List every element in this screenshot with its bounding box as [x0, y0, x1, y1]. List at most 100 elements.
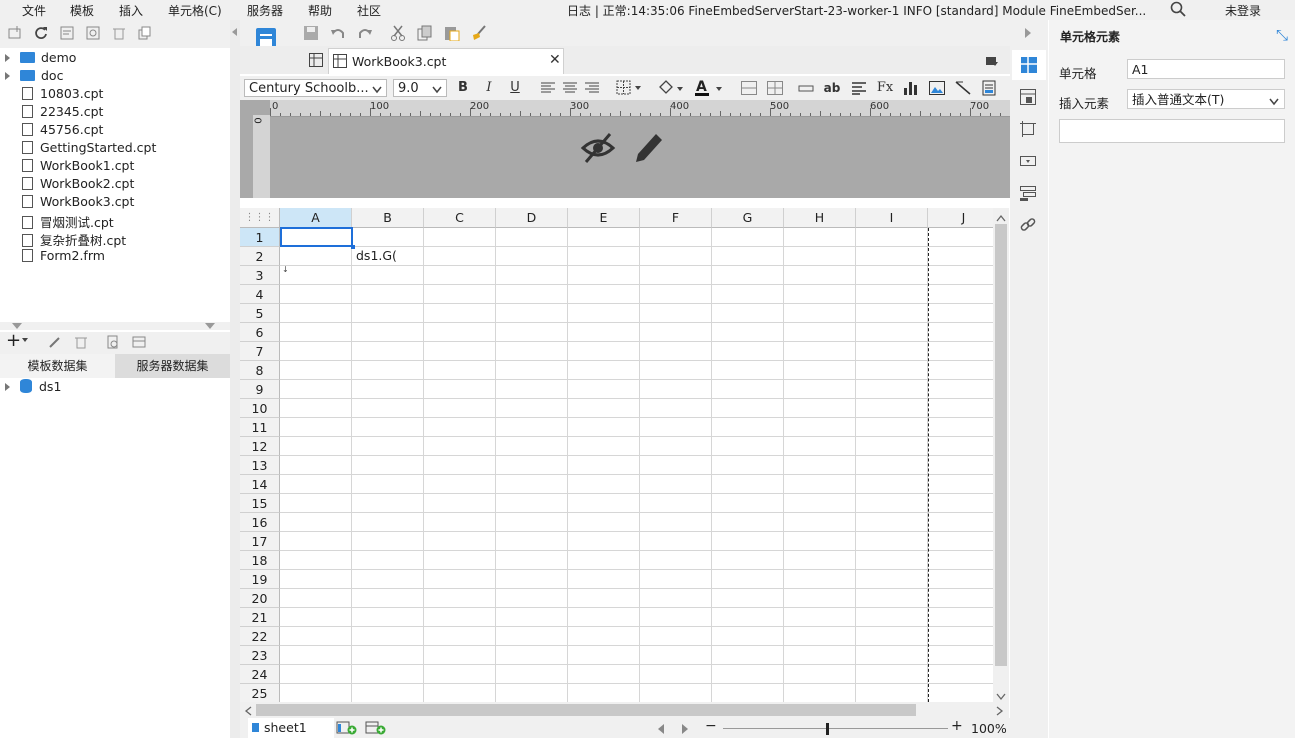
scroll-up-icon[interactable]	[996, 211, 1006, 225]
condition-icon[interactable]	[1020, 185, 1036, 201]
font-family-select[interactable]: Century Schoolb...	[244, 79, 387, 97]
edit-icon[interactable]	[48, 335, 62, 352]
horizontal-scrollbar[interactable]	[240, 702, 1009, 718]
image-icon[interactable]	[929, 80, 945, 99]
column-header[interactable]: C	[424, 208, 496, 228]
tab-server-dataset[interactable]: 服务器数据集	[115, 354, 230, 378]
tree-file[interactable]: WorkBook1.cpt	[22, 158, 134, 176]
column-header[interactable]: G	[712, 208, 784, 228]
font-color-icon[interactable]: A	[694, 78, 724, 101]
column-header[interactable]: E	[568, 208, 640, 228]
rich-text-icon[interactable]	[851, 81, 867, 98]
menu-community[interactable]: 社区	[357, 2, 381, 19]
row-header[interactable]: 17	[240, 532, 280, 551]
link-icon[interactable]	[1020, 217, 1036, 233]
cell-attribute-icon[interactable]	[1020, 89, 1036, 105]
delete-icon[interactable]	[112, 26, 126, 43]
row-header[interactable]: 21	[240, 608, 280, 627]
insert-text-icon[interactable]	[798, 82, 814, 97]
chevron-down-icon[interactable]	[372, 83, 382, 97]
login-link[interactable]: 未登录	[1225, 2, 1261, 19]
new-folder-icon[interactable]	[8, 26, 22, 43]
tree-file[interactable]: Form2.frm	[22, 248, 105, 266]
save-icon[interactable]	[303, 25, 319, 41]
widget-icon[interactable]	[1020, 153, 1036, 169]
bold-icon[interactable]: B	[455, 78, 471, 98]
prev-sheet-icon[interactable]	[658, 723, 664, 737]
insert-element-select[interactable]: 插入普通文本(T)	[1127, 89, 1285, 109]
left-splitter[interactable]	[230, 20, 240, 738]
tree-file[interactable]: WorkBook3.cpt	[22, 194, 134, 212]
border-icon[interactable]	[616, 80, 642, 99]
zoom-slider-handle[interactable]	[826, 723, 829, 735]
align-right-icon[interactable]	[584, 82, 600, 97]
dropdown-icon[interactable]	[22, 338, 28, 342]
text-icon[interactable]: ab	[823, 78, 841, 98]
menu-help[interactable]: 帮助	[308, 2, 332, 19]
formula-icon[interactable]: Fx	[875, 78, 895, 98]
row-header[interactable]: 5	[240, 304, 280, 323]
search-icon[interactable]	[1170, 1, 1186, 17]
tree-file[interactable]: 22345.cpt	[22, 104, 103, 122]
log-status[interactable]: 日志 | 正常:14:35:06 FineEmbedServerStart-23…	[567, 2, 1146, 19]
tree-file[interactable]: 复杂折叠树.cpt	[22, 230, 126, 248]
tree-file[interactable]: 45756.cpt	[22, 122, 103, 140]
expand-icon[interactable]	[5, 54, 10, 62]
tab-template-dataset[interactable]: 模板数据集	[0, 354, 115, 378]
tree-file[interactable]: 10803.cpt	[22, 86, 103, 104]
vertical-scrollbar[interactable]	[993, 208, 1009, 702]
cell-element-tab[interactable]	[1012, 50, 1046, 80]
zoom-out-button[interactable]: −	[705, 718, 717, 734]
panel-splitter[interactable]	[0, 322, 230, 330]
undo-icon[interactable]	[330, 25, 346, 41]
tab-menu-icon[interactable]	[985, 55, 999, 70]
row-header[interactable]: 12	[240, 437, 280, 456]
row-header[interactable]: 8	[240, 361, 280, 380]
collapse-icon[interactable]	[205, 323, 215, 329]
italic-icon[interactable]: I	[481, 78, 497, 98]
copy-icon[interactable]	[138, 26, 152, 43]
scroll-right-icon[interactable]	[996, 705, 1004, 719]
scroll-thumb[interactable]	[995, 224, 1007, 666]
next-sheet-icon[interactable]	[682, 723, 688, 737]
column-header[interactable]: I	[856, 208, 928, 228]
row-header[interactable]: 7	[240, 342, 280, 361]
copy-icon[interactable]	[417, 25, 433, 41]
menu-insert[interactable]: 插入	[119, 2, 143, 19]
grid-view-icon[interactable]	[309, 53, 323, 70]
slash-icon[interactable]	[955, 80, 971, 99]
delete-icon[interactable]	[74, 335, 88, 352]
cell-content-field[interactable]	[1059, 119, 1285, 143]
add-poly-sheet-icon[interactable]	[365, 721, 387, 738]
fill-color-icon[interactable]	[656, 79, 686, 100]
row-header[interactable]: 2	[240, 247, 280, 266]
scroll-left-icon[interactable]	[244, 705, 252, 719]
redo-icon[interactable]	[357, 25, 373, 41]
dataset-ds1[interactable]: ds1	[0, 379, 61, 397]
preview-icon[interactable]	[106, 335, 120, 352]
eye-hidden-icon[interactable]	[580, 130, 616, 169]
tree-folder-demo[interactable]: demo	[0, 50, 76, 68]
column-header[interactable]: J	[928, 208, 993, 228]
collapse-icon[interactable]	[12, 323, 22, 329]
locate-icon[interactable]	[60, 26, 74, 43]
menu-file[interactable]: 文件	[22, 2, 46, 19]
chevron-down-icon[interactable]	[432, 83, 442, 97]
column-header[interactable]: F	[640, 208, 712, 228]
cell-B2[interactable]: ds1.G(	[354, 246, 426, 265]
zoom-slider[interactable]	[723, 728, 948, 729]
underline-icon[interactable]: U	[507, 78, 523, 98]
align-left-icon[interactable]	[540, 82, 556, 97]
row-header[interactable]: 16	[240, 513, 280, 532]
cell-name-field[interactable]: A1	[1127, 59, 1285, 79]
align-center-icon[interactable]	[562, 82, 578, 97]
chevron-down-icon[interactable]	[1269, 95, 1279, 109]
paste-icon[interactable]	[444, 25, 460, 42]
dataset-settings-icon[interactable]	[132, 335, 146, 352]
scroll-thumb[interactable]	[256, 704, 916, 716]
menu-cell[interactable]: 单元格(C)	[168, 2, 222, 19]
row-header[interactable]: 13	[240, 456, 280, 475]
sub-report-icon[interactable]	[981, 80, 997, 99]
merge-cells-icon[interactable]	[741, 81, 757, 98]
tree-file[interactable]: GettingStarted.cpt	[22, 140, 156, 158]
